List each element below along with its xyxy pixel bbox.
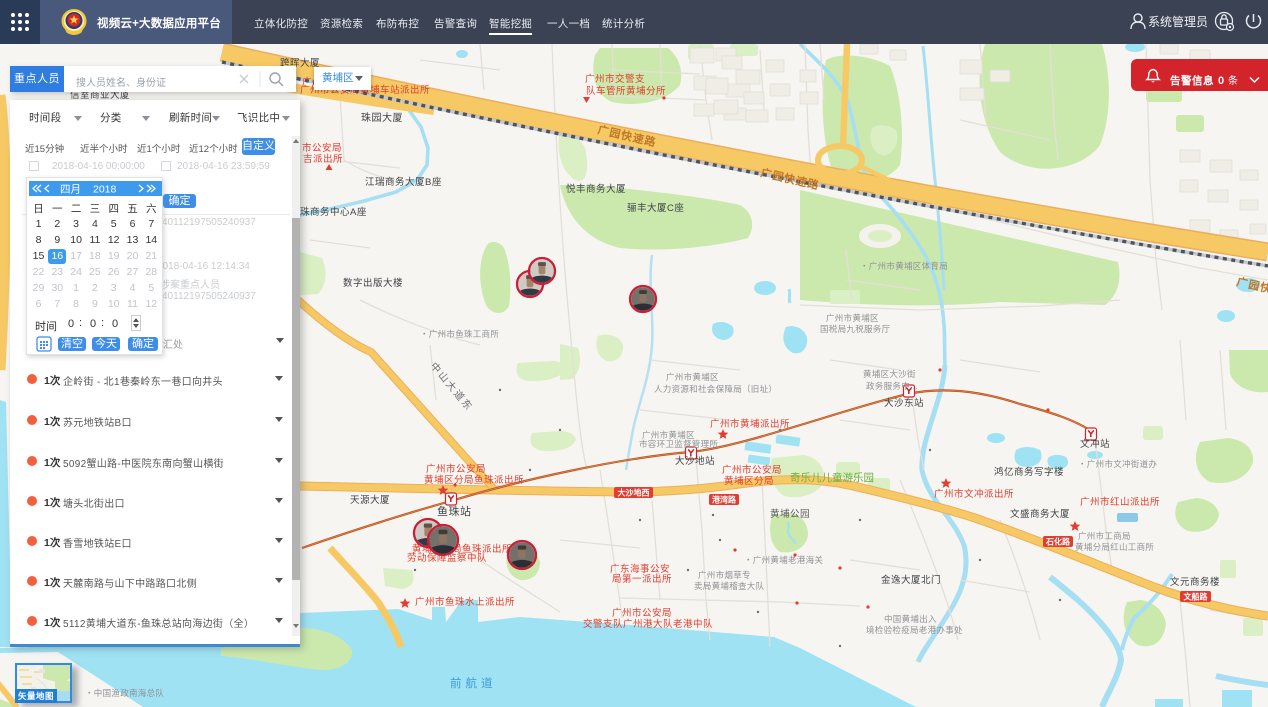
svg-text:政务服务中...: 政务服务中...: [866, 381, 918, 391]
svg-text:交警支队广州港大队老港中队: 交警支队广州港大队老港中队: [583, 618, 713, 630]
svg-text:系统管理员: 系统管理员: [1148, 14, 1208, 29]
svg-text:国税局九税服务厅: 国税局九税服务厅: [820, 324, 891, 334]
svg-text:鱼珠站: 鱼珠站: [437, 504, 472, 518]
svg-text:境检验检疫局老港办事处: 境检验检疫局老港办事处: [866, 625, 963, 635]
svg-text:文冲站: 文冲站: [1080, 438, 1110, 450]
svg-text:黄埔区分局鱼珠派出所: 黄埔区分局鱼珠派出所: [424, 474, 524, 486]
svg-text:广州市烟草专: 广州市烟草专: [698, 570, 751, 580]
svg-text:骊丰大厦C座: 骊丰大厦C座: [627, 202, 684, 214]
svg-text:石化路: 石化路: [1045, 537, 1071, 547]
svg-text:黄埔区大沙街: 黄埔区大沙街: [863, 369, 916, 379]
svg-text:・广州市鱼珠工商所: ・广州市鱼珠工商所: [420, 329, 499, 339]
svg-text:条: 条: [1228, 74, 1238, 87]
svg-text:广州市鱼珠水上派出所: 广州市鱼珠水上派出所: [415, 596, 515, 608]
svg-text:鸿亿商务写字楼: 鸿亿商务写字楼: [994, 466, 1064, 478]
svg-text:四月: 四月: [60, 184, 81, 196]
svg-text:大沙地西: 大沙地西: [618, 488, 650, 498]
svg-text:金逸大厦北门: 金逸大厦北门: [881, 574, 941, 586]
svg-text:广州市工商局: 广州市工商局: [1078, 531, 1131, 541]
svg-text:卖局黄埔稽查大队: 卖局黄埔稽查大队: [694, 581, 765, 591]
svg-text:吉派出所: 吉派出所: [303, 153, 343, 165]
svg-text:天源大厦: 天源大厦: [350, 494, 390, 506]
svg-text:广州市黄埔区: 广州市黄埔区: [826, 313, 879, 323]
svg-text:广州市交警支: 广州市交警支: [585, 73, 645, 85]
svg-text:奇乐儿儿童游乐园: 奇乐儿儿童游乐园: [790, 471, 874, 484]
svg-text:・广州黄埔老港海关: ・广州黄埔老港海关: [744, 555, 823, 565]
svg-text:珠商务中心A座: 珠商务中心A座: [300, 206, 367, 218]
svg-text:悦丰商务大厦: 悦丰商务大厦: [566, 183, 626, 195]
svg-text:市公安局: 市公安局: [302, 142, 342, 154]
svg-text:2018: 2018: [93, 184, 117, 196]
svg-text:广园快速: 广园快速: [1235, 274, 1268, 298]
svg-text:黄埔公园: 黄埔公园: [770, 508, 810, 520]
svg-text:・广州市黄埔区体育局: ・广州市黄埔区体育局: [860, 261, 948, 271]
svg-text:队车管所黄埔分所: 队车管所黄埔分所: [586, 85, 666, 97]
svg-text:告警信息: 告警信息: [1170, 74, 1214, 87]
svg-text:广州市文冲派出所: 广州市文冲派出所: [934, 488, 1014, 500]
svg-text:广州市黄埔区: 广州市黄埔区: [666, 372, 719, 382]
svg-text:・广州市文冲街道办: ・广州市文冲街道办: [1078, 459, 1157, 469]
svg-text:中国黄埔出入: 中国黄埔出入: [884, 614, 937, 624]
svg-text:市容环卫监督管理所: 市容环卫监督管理所: [639, 439, 718, 449]
svg-text:文元商务楼: 文元商务楼: [1170, 576, 1220, 588]
svg-text:广州市公安局: 广州市公安局: [426, 463, 486, 475]
svg-text:文盛商务大厦: 文盛商务大厦: [1010, 508, 1070, 520]
svg-text:黄埔区分局: 黄埔区分局: [724, 475, 774, 487]
svg-text:文船路: 文船路: [1184, 592, 1209, 602]
svg-text:前航道: 前航道: [450, 676, 497, 690]
svg-text:黄埔分局红山工商所: 黄埔分局红山工商所: [1075, 542, 1154, 552]
svg-text:广州市红山派出所: 广州市红山派出所: [1080, 496, 1160, 508]
svg-text:广州市公安局: 广州市公安局: [612, 607, 672, 619]
svg-text:人力资源和社会保障局（旧址）: 人力资源和社会保障局（旧址）: [654, 384, 777, 394]
svg-text:大沙东站: 大沙东站: [884, 397, 924, 409]
svg-text:0: 0: [1218, 75, 1224, 87]
svg-text:大沙地站: 大沙地站: [675, 455, 715, 467]
svg-text:广州市公安局: 广州市公安局: [722, 464, 782, 476]
svg-text:珠园大厦: 珠园大厦: [361, 111, 403, 124]
svg-text:数字出版大楼: 数字出版大楼: [343, 277, 403, 289]
svg-text:广州市黄埔派出所: 广州市黄埔派出所: [710, 418, 790, 430]
svg-text:・中国渔政南海总队: ・中国渔政南海总队: [85, 688, 164, 698]
svg-text:港湾路: 港湾路: [712, 495, 737, 505]
svg-text:局第一派出所: 局第一派出所: [612, 573, 672, 585]
svg-text:江瑞商务大厦B座: 江瑞商务大厦B座: [365, 176, 442, 188]
